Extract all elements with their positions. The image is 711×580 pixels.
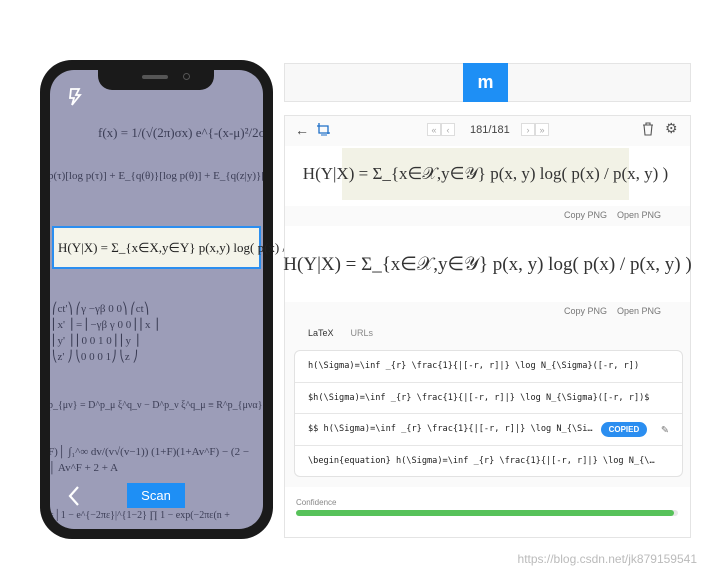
prev-page-button[interactable]: ‹ <box>441 123 455 136</box>
formula: f(x) = 1/(√(2π)σx) e^{-(x-μ)²/2σ²} <box>98 125 263 140</box>
confidence-bar <box>296 510 678 516</box>
last-page-button[interactable]: » <box>535 123 549 136</box>
open-png-button[interactable]: Open PNG <box>617 210 661 220</box>
source-image: H(Y|X) = Σ_{x∈𝒳,y∈𝒴} p(x, y) log( p(x) /… <box>303 148 668 200</box>
confidence-label: Confidence <box>296 498 337 507</box>
formula: ⎛ct'⎞ ⎛γ −γβ 0 0⎞ ⎛ct⎞ <box>52 303 150 315</box>
formula: │ Av^F + 2 + A <box>50 462 119 474</box>
image-actions: Copy PNG Open PNG <box>564 210 661 220</box>
formula: F)│ ∫₁^∞ dv/(v√(v−1)) (1+F)(1+Av^F) − (2… <box>50 446 250 458</box>
latex-row[interactable]: h(\Sigma)=\inf _{r} \frac{1}{|[-r, r]|} … <box>295 351 682 383</box>
formula: p(τ)[log p(τ)] + E_{q(θ)}[log p(θ)] + E_… <box>50 170 263 182</box>
app-logo: m <box>463 63 508 102</box>
watermark: https://blog.csdn.net/jk879159541 <box>517 552 697 566</box>
edit-icon[interactable]: ✎ <box>661 422 668 436</box>
rendered-formula: H(Y|X) = Σ_{x∈𝒳,y∈𝒴} p(x, y) log( p(x) /… <box>283 226 692 302</box>
first-page-button[interactable]: « <box>427 123 441 136</box>
open-png-button[interactable]: Open PNG <box>617 306 661 316</box>
next-page-button[interactable]: › <box>521 123 535 136</box>
back-chevron-icon[interactable] <box>67 485 81 507</box>
formula: p_{μν} = D^p_μ ξ^q_ν − D^p_ν ξ^q_μ ≡ R^p… <box>50 400 263 411</box>
latex-row[interactable]: \begin{equation} h(\Sigma)=\inf _{r} \fr… <box>295 446 682 478</box>
latex-text: $h(\Sigma)=\inf _{r} \frac{1}{|[-r, r]|}… <box>308 392 650 403</box>
tab-urls[interactable]: URLs <box>351 328 374 338</box>
screenshot-icon[interactable] <box>317 123 331 136</box>
tab-latex[interactable]: LaTeX <box>308 328 334 338</box>
render-actions: Copy PNG Open PNG <box>564 306 661 316</box>
copy-png-button[interactable]: Copy PNG <box>564 210 607 220</box>
latex-list: h(\Sigma)=\inf _{r} \frac{1}{|[-r, r]|} … <box>294 350 683 477</box>
selected-formula-box[interactable]: H(Y|X) = Σ_{x∈X,y∈Y} p(x,y) log( p(x) / … <box>52 226 328 269</box>
flash-icon[interactable] <box>66 88 84 106</box>
latex-text: $$ h(\Sigma)=\inf _{r} \frac{1}{|[-r, r]… <box>308 424 593 435</box>
formula: ⎜x' ⎟ = ⎜−γβ γ 0 0⎟ ⎜x ⎟ <box>52 319 159 331</box>
formula: ⎜y' ⎟ ⎜0 0 1 0⎟ ⎜y ⎟ <box>52 335 140 347</box>
latex-text: \begin{equation} h(\Sigma)=\inf _{r} \fr… <box>308 456 655 467</box>
scan-button[interactable]: Scan <box>127 483 185 508</box>
settings-gear-icon[interactable]: ⚙ <box>665 120 678 137</box>
trash-icon[interactable] <box>642 122 654 136</box>
latex-row[interactable]: $h(\Sigma)=\inf _{r} \frac{1}{|[-r, r]|}… <box>295 383 682 414</box>
formula: =│1 − e^{−2πε}|^{1−2} ∏ 1 − exp(−2πε(n + <box>50 510 230 521</box>
speaker <box>142 75 168 79</box>
copy-png-button[interactable]: Copy PNG <box>564 306 607 316</box>
copied-badge: COPIED <box>600 421 648 437</box>
notch <box>98 70 214 90</box>
latex-text: h(\Sigma)=\inf _{r} \frac{1}{|[-r, r]|} … <box>308 361 640 372</box>
format-tabs: LaTeX URLs <box>308 328 373 338</box>
formula: ⎝z' ⎠ ⎝0 0 0 1⎠ ⎝z ⎠ <box>52 351 138 363</box>
back-arrow-icon[interactable]: ← <box>295 122 309 138</box>
latex-row[interactable]: $$ h(\Sigma)=\inf _{r} \frac{1}{|[-r, r]… <box>295 414 682 446</box>
confidence-fill <box>296 510 675 516</box>
camera-view: f(x) = 1/(√(2π)σx) e^{-(x-μ)²/2σ²} p(τ)[… <box>50 70 263 529</box>
front-camera <box>183 73 190 80</box>
page-counter: 181/181 <box>470 124 510 136</box>
